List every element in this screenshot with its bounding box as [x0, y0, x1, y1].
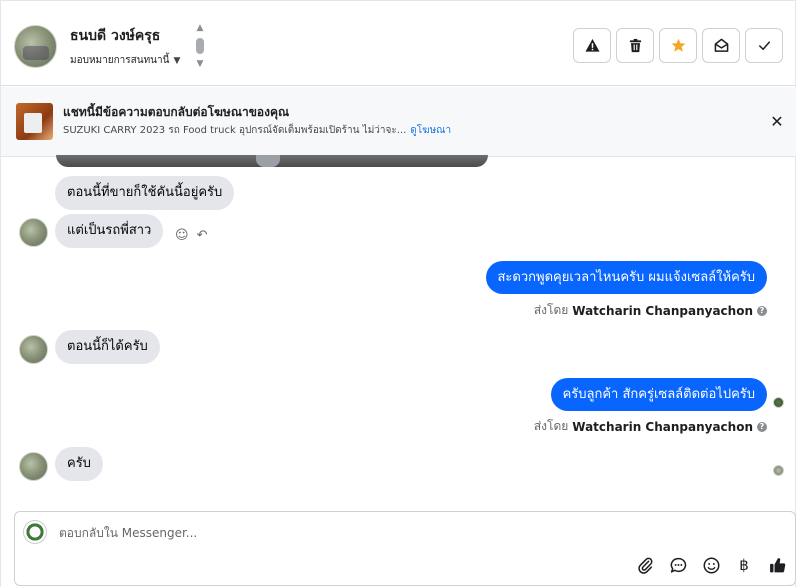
- reply-composer: ฿: [14, 511, 796, 586]
- contact-avatar-small[interactable]: [19, 335, 48, 364]
- thumbs-up-icon[interactable]: [767, 555, 787, 575]
- message-bubble-incoming[interactable]: ตอนนี้ก็ได้ครับ: [55, 330, 160, 364]
- seen-indicator-avatar: [773, 465, 784, 476]
- sent-by-line: ส่งโดย Watcharin Chanpanyachon ?: [534, 301, 767, 320]
- conversation-header: ธนบดี วงษ์ครุธ มอบหมายการสนทนานี้ ▼ ▲ ▼: [1, 0, 796, 86]
- info-icon[interactable]: ?: [757, 305, 767, 316]
- ad-banner-title: แชทนี้มีข้อความตอบกลับต่อโฆษณาของคุณ: [63, 105, 290, 119]
- scroll-thumb[interactable]: [196, 38, 204, 54]
- baht-icon[interactable]: ฿: [734, 555, 754, 575]
- reply-input[interactable]: [59, 522, 659, 544]
- message-bubble-outgoing[interactable]: ครับลูกค้า สักครู่เซลล์ติดต่อไปครับ: [550, 378, 767, 411]
- contact-avatar[interactable]: [14, 25, 57, 68]
- assign-dropdown[interactable]: มอบหมายการสนทนานี้ ▼: [70, 53, 180, 68]
- ad-reply-banner: แชทนี้มีข้อความตอบกลับต่อโฆษณาของคุณ SUZ…: [1, 87, 796, 157]
- close-icon[interactable]: ✕: [769, 114, 785, 130]
- image-attachment[interactable]: [56, 155, 488, 167]
- reply-icon[interactable]: ↶: [197, 228, 208, 243]
- sent-by-line: ส่งโดย Watcharin Chanpanyachon ?: [534, 417, 767, 436]
- trash-icon: [629, 38, 641, 53]
- spam-button[interactable]: [573, 28, 611, 63]
- chat-bubble-icon[interactable]: [668, 555, 688, 575]
- message-bubble-outgoing[interactable]: สะดวกพูดคุยเวลาไหนครับ ผมแจ้งเซลล์ให้ครั…: [485, 261, 767, 294]
- delete-button[interactable]: [616, 28, 654, 63]
- react-emoji-icon[interactable]: ☺: [175, 228, 189, 243]
- envelope-open-icon: [714, 38, 728, 52]
- sender-name: Watcharin Chanpanyachon: [572, 419, 753, 434]
- check-icon: [758, 41, 770, 50]
- header-actions: [573, 28, 783, 63]
- star-button[interactable]: [659, 28, 697, 63]
- sent-by-prefix: ส่งโดย: [533, 303, 569, 317]
- scroll-down-icon[interactable]: ▼: [197, 59, 204, 69]
- seen-indicator-avatar: [773, 397, 784, 408]
- mark-unread-button[interactable]: [702, 28, 740, 63]
- caret-down-icon: ▼: [173, 55, 181, 66]
- message-bubble-incoming[interactable]: ตอนนี้ที่ขายก็ใช้คันนี้อยู่ครับ: [55, 176, 235, 210]
- emoji-icon[interactable]: [701, 555, 721, 575]
- ad-banner-subtitle: SUZUKI CARRY 2023 รถ Food truck อุปกรณ์จ…: [63, 123, 451, 138]
- star-icon: [671, 38, 685, 52]
- scroll-up-icon[interactable]: ▲: [197, 23, 204, 33]
- contact-avatar-small[interactable]: [19, 452, 48, 481]
- ad-thumbnail[interactable]: [16, 103, 53, 140]
- view-ad-link[interactable]: ดูโฆษณา: [410, 125, 451, 136]
- message-bubble-incoming[interactable]: ครับ: [55, 447, 103, 481]
- paperclip-icon[interactable]: [635, 555, 655, 575]
- contact-avatar-small[interactable]: [19, 218, 48, 247]
- message-bubble-incoming[interactable]: แต่เป็นรถพี่สาว: [55, 214, 164, 248]
- contact-name[interactable]: ธนบดี วงษ์ครุธ: [70, 25, 160, 47]
- mark-done-button[interactable]: [745, 28, 783, 63]
- ad-banner-text: SUZUKI CARRY 2023 รถ Food truck อุปกรณ์จ…: [63, 125, 407, 136]
- page-avatar: [23, 520, 47, 544]
- header-scrollbar[interactable]: ▲ ▼: [194, 23, 206, 69]
- composer-tools: ฿: [635, 555, 787, 575]
- sender-name: Watcharin Chanpanyachon: [572, 303, 753, 318]
- sent-by-prefix: ส่งโดย: [533, 419, 569, 433]
- info-icon[interactable]: ?: [757, 421, 767, 432]
- conversation-panel: ธนบดี วงษ์ครุธ มอบหมายการสนทนานี้ ▼ ▲ ▼: [0, 0, 796, 587]
- warning-icon: [584, 38, 600, 52]
- message-tools: ☺ ↶: [175, 228, 207, 243]
- assign-label: มอบหมายการสนทนานี้: [70, 55, 170, 66]
